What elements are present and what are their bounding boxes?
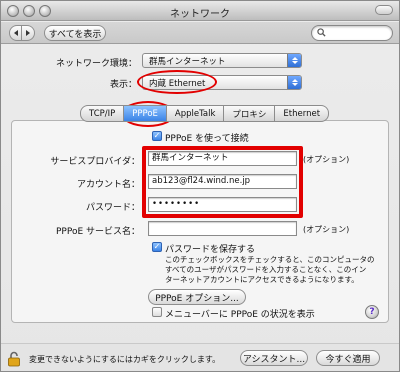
location-popup[interactable]: 群馬インターネット bbox=[142, 53, 302, 68]
save-password-description: このチェックボックスをチェックすると、このコンピュータの すべてのユーザがパスワ… bbox=[165, 255, 374, 285]
tab-appletalk[interactable]: AppleTalk bbox=[166, 105, 225, 122]
assistant-button[interactable]: アシスタント... bbox=[240, 350, 308, 366]
network-pane: ネットワーク環境： 群馬インターネット 表示： 内蔵 Ethernet TCP/… bbox=[1, 45, 399, 371]
tab-proxy[interactable]: プロキシ bbox=[224, 105, 276, 122]
tab-bar: TCP/IP PPPoE AppleTalk プロキシ Ethernet bbox=[80, 105, 330, 122]
popup-arrows-icon bbox=[287, 54, 301, 67]
service-optional-label: (オプション) bbox=[303, 225, 350, 234]
chevron-right-icon bbox=[26, 30, 30, 36]
provider-optional-label: (オプション) bbox=[303, 155, 350, 164]
annotation-rectangle-credentials bbox=[142, 146, 303, 218]
show-all-button[interactable]: すべてを表示 bbox=[44, 25, 106, 41]
annotation-ellipse-show bbox=[137, 70, 217, 94]
save-password-checkbox[interactable]: ✓ bbox=[152, 242, 162, 252]
show-label: 表示： bbox=[109, 80, 137, 90]
description-line: ターネットアカウントにアクセスできるようになります。 bbox=[165, 275, 359, 284]
menubar-status-checkbox[interactable] bbox=[152, 307, 162, 317]
location-value: 群馬インターネット bbox=[149, 56, 226, 67]
toolbar-toggle-button[interactable] bbox=[375, 5, 393, 15]
menubar-status-label: メニューバーに PPPoE の状況を表示 bbox=[165, 310, 315, 320]
back-button[interactable] bbox=[9, 25, 22, 41]
provider-label: サービスプロバイダ： bbox=[50, 157, 140, 167]
service-name-field[interactable] bbox=[148, 221, 297, 236]
popup-arrows-icon bbox=[287, 76, 301, 89]
tab-ethernet[interactable]: Ethernet bbox=[275, 105, 330, 122]
help-button[interactable]: ? bbox=[365, 305, 379, 319]
search-icon bbox=[317, 28, 326, 37]
pppoe-connect-checkbox[interactable]: ✓ bbox=[152, 131, 162, 141]
lock-icon[interactable] bbox=[7, 351, 21, 367]
description-line: このチェックボックスをチェックすると、このコンピュータの bbox=[165, 255, 375, 264]
location-label: ネットワーク環境： bbox=[55, 59, 137, 69]
search-input[interactable] bbox=[330, 27, 388, 39]
tab-pppoe[interactable]: PPPoE bbox=[124, 105, 167, 122]
titlebar: ネットワーク bbox=[1, 1, 399, 21]
lock-text: 変更できないようにするにはカギをクリックします。 bbox=[29, 355, 221, 364]
service-name-label: PPPoE サービス名： bbox=[55, 227, 140, 237]
save-password-label: パスワードを保存する bbox=[165, 245, 256, 255]
window-title: ネットワーク bbox=[170, 9, 230, 20]
pppoe-connect-label: PPPoE を使って接続 bbox=[165, 134, 249, 144]
toolbar: すべてを表示 bbox=[1, 22, 399, 44]
password-label: パスワード： bbox=[85, 203, 140, 213]
tab-tcpip[interactable]: TCP/IP bbox=[80, 105, 125, 122]
apply-now-button[interactable]: 今すぐ適用 bbox=[316, 350, 380, 366]
description-line: すべてのユーザがパスワードを入力することなく、このイン bbox=[165, 265, 367, 274]
chevron-left-icon bbox=[13, 30, 18, 36]
pppoe-options-button[interactable]: PPPoE オプション... bbox=[148, 289, 246, 305]
search-field[interactable] bbox=[311, 25, 393, 41]
account-label: アカウント名： bbox=[76, 180, 140, 190]
preferences-window: ネットワーク すべてを表示 ネットワーク環境： 群馬インターネット 表示： 内蔵… bbox=[0, 0, 400, 372]
forward-button[interactable] bbox=[22, 25, 35, 41]
bottom-bar: 変更できないようにするにはカギをクリックします。 アシスタント... 今すぐ適用 bbox=[1, 343, 399, 371]
